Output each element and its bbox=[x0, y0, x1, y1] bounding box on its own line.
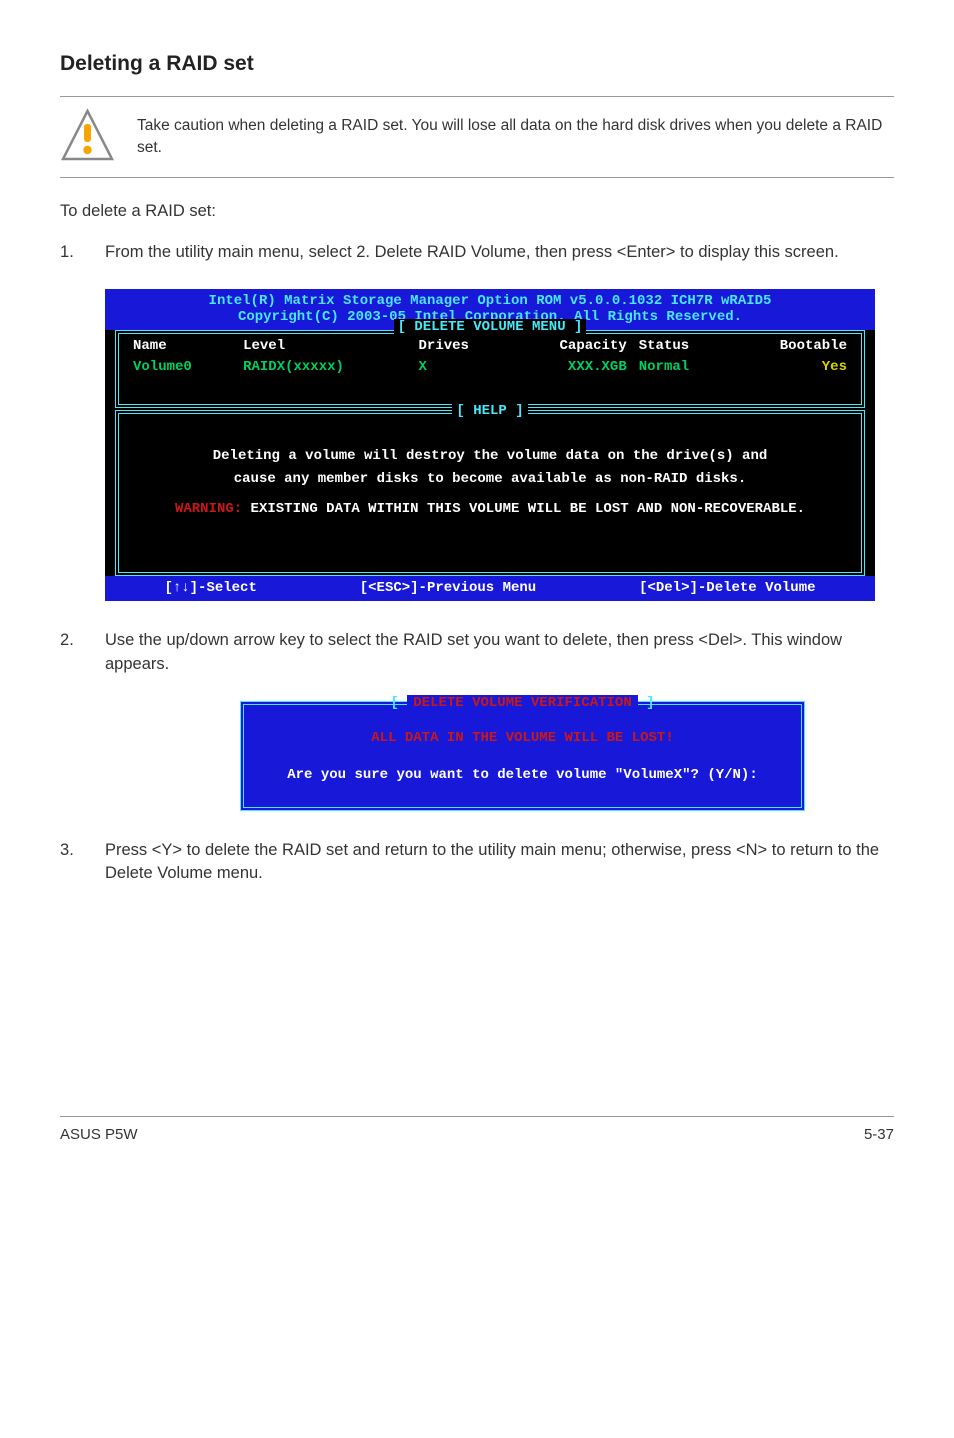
caution-callout: Take caution when deleting a RAID set. Y… bbox=[60, 96, 894, 178]
dialog-title-text: DELETE VOLUME VERIFICATION bbox=[407, 695, 637, 711]
help-body: Deleting a volume will destroy the volum… bbox=[127, 448, 853, 518]
help-line1: Deleting a volume will destroy the volum… bbox=[127, 448, 853, 465]
bios-footer: [↑↓]-Select [<ESC>]-Previous Menu [<Del>… bbox=[105, 576, 875, 601]
col-capacity: Capacity bbox=[510, 334, 633, 359]
col-level: Level bbox=[237, 334, 412, 359]
intro-text: To delete a RAID set: bbox=[60, 200, 894, 222]
cell-bootable: Yes bbox=[730, 359, 853, 376]
cell-drives: X bbox=[413, 359, 510, 376]
col-name: Name bbox=[127, 334, 237, 359]
warning-text: EXISTING DATA WITHIN THIS VOLUME WILL BE… bbox=[242, 501, 805, 517]
footer-right: 5-37 bbox=[864, 1125, 894, 1145]
warning-icon bbox=[60, 107, 115, 167]
help-title: [ HELP ] bbox=[452, 403, 527, 419]
confirm-dialog-screenshot: [ DELETE VOLUME VERIFICATION ] ALL DATA … bbox=[240, 701, 805, 811]
bracket-left: [ bbox=[390, 695, 407, 711]
dialog-title: [ DELETE VOLUME VERIFICATION ] bbox=[244, 694, 801, 713]
help-line2: cause any member disks to become availab… bbox=[127, 471, 853, 488]
foot-select[interactable]: [↑↓]-Select bbox=[164, 580, 256, 597]
cell-status: Normal bbox=[633, 359, 730, 376]
foot-delete[interactable]: [<Del>]-Delete Volume bbox=[639, 580, 815, 597]
table-row[interactable]: Volume0 RAIDX(xxxxx) X XXX.XGB Normal Ye… bbox=[127, 359, 853, 376]
cell-level: RAIDX(xxxxx) bbox=[237, 359, 412, 376]
page-title: Deleting a RAID set bbox=[60, 50, 894, 78]
col-bootable: Bootable bbox=[730, 334, 853, 359]
caution-text: Take caution when deleting a RAID set. Y… bbox=[137, 115, 894, 160]
foot-previous[interactable]: [<ESC>]-Previous Menu bbox=[360, 580, 536, 597]
cell-name: Volume0 bbox=[127, 359, 237, 376]
warning-label: WARNING: bbox=[175, 501, 242, 517]
col-drives: Drives bbox=[413, 334, 510, 359]
bios-header-line1: Intel(R) Matrix Storage Manager Option R… bbox=[105, 293, 875, 310]
bios-screenshot: Intel(R) Matrix Storage Manager Option R… bbox=[105, 289, 875, 601]
page-footer: ASUS P5W 5-37 bbox=[60, 1116, 894, 1145]
bracket-right: ] bbox=[638, 695, 655, 711]
dialog-question[interactable]: Are you sure you want to delete volume "… bbox=[262, 766, 783, 785]
step-2: Use the up/down arrow key to select the … bbox=[60, 629, 894, 677]
step-1: From the utility main menu, select 2. De… bbox=[60, 241, 894, 265]
cell-capacity: XXX.XGB bbox=[510, 359, 633, 376]
step-3: Press <Y> to delete the RAID set and ret… bbox=[60, 839, 894, 887]
footer-left: ASUS P5W bbox=[60, 1125, 138, 1145]
volume-table: Name Level Drives Capacity Status Bootab… bbox=[127, 334, 853, 376]
delete-volume-menu-title: [ DELETE VOLUME MENU ] bbox=[394, 319, 587, 335]
col-status: Status bbox=[633, 334, 730, 359]
dialog-warning: ALL DATA IN THE VOLUME WILL BE LOST! bbox=[262, 729, 783, 748]
